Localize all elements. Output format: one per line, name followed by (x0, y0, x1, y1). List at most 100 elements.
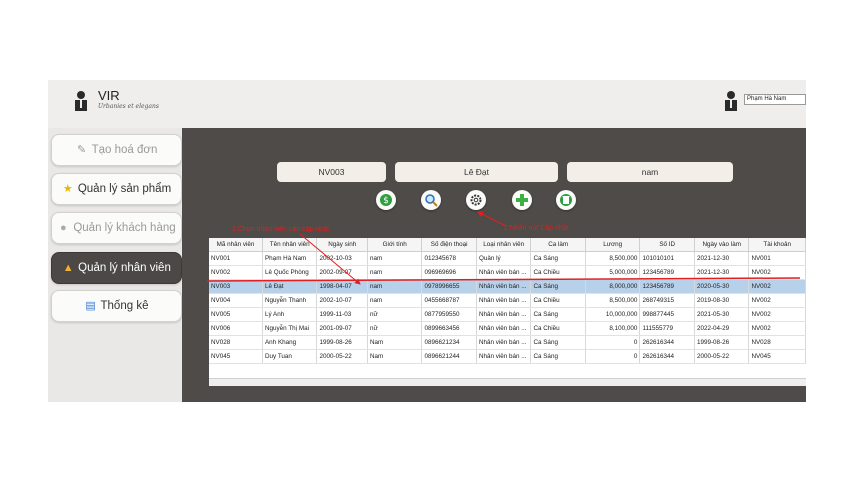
avatar[interactable] (722, 90, 740, 111)
table-cell: 096969696 (421, 265, 477, 280)
money-icon: $ (380, 194, 392, 206)
table-cell: NV002 (748, 307, 806, 322)
table-row[interactable]: NV002 Lê Quốc Phòng 2002-09-07 nam 096969696… (209, 265, 806, 280)
table-cell: Ca Sáng (530, 251, 586, 266)
table-cell: 2019-08-30 (694, 293, 750, 308)
table-cell: NV002 (748, 293, 806, 308)
sidebar-item-label: Quản lý sản phẩm (77, 183, 172, 195)
table-row[interactable]: NV006 Nguyễn Thị Mai 2001-09-07 nữ 089966345… (209, 321, 806, 336)
table-cell: 0877959550 (421, 307, 477, 322)
table-cell: Duy Tuan (262, 349, 318, 364)
employee-name-field[interactable]: Lê Đạt (395, 162, 558, 182)
add-icon (516, 194, 528, 206)
table-cell: 2022-04-29 (694, 321, 750, 336)
table-cell: 262616344 (639, 349, 695, 364)
add-button[interactable] (512, 190, 532, 210)
table-cell: Anh Khang (262, 335, 318, 350)
table-cell: nam (367, 293, 423, 308)
column-header[interactable]: Lương (585, 238, 641, 252)
star-icon: ★ (62, 183, 73, 195)
sidebar-item-staff[interactable]: ▲ Quản lý nhân viên (51, 252, 182, 284)
money-button[interactable]: $ (376, 190, 396, 210)
main-panel: NV003 Lê Đạt nam $ 1.Chọn nhân viên cần … (182, 128, 806, 402)
table-cell: 8,500,000 (585, 251, 641, 266)
search-button[interactable] (421, 190, 441, 210)
column-header[interactable]: Loại nhân viên (476, 238, 532, 252)
table-cell: 5,000,000 (585, 265, 641, 280)
table-cell: Nam (367, 335, 423, 350)
current-user-field[interactable]: Phạm Hà Nam (744, 94, 806, 105)
table-cell: 111555779 (639, 321, 695, 336)
table-cell: 101010101 (639, 251, 695, 266)
table-cell: NV005 (209, 307, 263, 322)
column-header[interactable]: Ngày sinh (316, 238, 368, 252)
table-cell: 1999-08-26 (694, 335, 750, 350)
table-cell: 1998-04-07 (316, 279, 368, 294)
table-cell: NV003 (209, 279, 263, 294)
sidebar-item-products[interactable]: ★ Quản lý sản phẩm (51, 173, 182, 205)
table-row[interactable]: NV045 Duy Tuan 2000-05-22 Nam 0896621244 Nhân… (209, 349, 806, 364)
horizontal-scrollbar[interactable] (209, 378, 806, 386)
table-row[interactable]: NV001 Phạm Hà Nam 2002-10-03 nam 012345678 Qu… (209, 251, 806, 266)
sidebar: ✎ Tạo hoá đơn ★ Quản lý sản phẩm ● Quản … (48, 128, 182, 402)
brand-slogan: Urbanies et elegans (98, 103, 159, 110)
table-cell: Nguyễn Thị Mai (262, 321, 318, 336)
employee-id-field[interactable]: NV003 (277, 162, 386, 182)
sidebar-item-statistics[interactable]: ▤ Thống kê (51, 290, 182, 322)
column-header[interactable]: Ngày vào làm (694, 238, 750, 252)
delete-button[interactable] (556, 190, 576, 210)
column-header[interactable]: Ca làm (530, 238, 586, 252)
table-cell: Ca Sáng (530, 349, 586, 364)
brand-name: VIR (98, 88, 120, 103)
column-header[interactable]: Giới tính (367, 238, 423, 252)
table-cell: 0 (585, 349, 641, 364)
column-header[interactable]: Số điện thoại (421, 238, 477, 252)
column-header[interactable]: Tài khoản (748, 238, 806, 252)
table-cell: 012345678 (421, 251, 477, 266)
table-cell: NV045 (209, 349, 263, 364)
table-cell: 123456789 (639, 265, 695, 280)
table-cell: NV002 (748, 321, 806, 336)
sidebar-item-label: Tạo hoá đơn (91, 144, 158, 156)
table-cell: Nhân viên bán ... (476, 265, 532, 280)
column-header[interactable]: Số ID (639, 238, 695, 252)
table-cell: NV045 (748, 349, 806, 364)
sidebar-item-label: Quản lý nhân viên (78, 262, 171, 274)
update-button[interactable] (466, 190, 486, 210)
gender-field[interactable]: nam (567, 162, 733, 182)
user-icon: ● (60, 222, 67, 234)
table-cell: nam (367, 279, 423, 294)
table-cell: 268749315 (639, 293, 695, 308)
table-cell: NV001 (209, 251, 263, 266)
table-cell: NV001 (748, 251, 806, 266)
table-cell: Ca Chiều (530, 293, 586, 308)
column-header[interactable]: Tên nhân viên (262, 238, 318, 252)
sidebar-item-customers[interactable]: ● Quản lý khách hàng (51, 212, 182, 244)
table-cell: NV028 (748, 335, 806, 350)
annotation-select-row: 1.Chọn nhân viên cần cập nhật (232, 226, 329, 233)
table-cell: 0899663456 (421, 321, 477, 336)
table-cell: Ca Sáng (530, 279, 586, 294)
table-cell: 2021-12-30 (694, 265, 750, 280)
table-cell: Ca Chiều (530, 265, 586, 280)
table-cell: Nhân viên bán ... (476, 335, 532, 350)
table-cell: Nhân viên bán ... (476, 349, 532, 364)
column-header[interactable]: Mã nhân viên (209, 238, 263, 252)
staff-icon: ▲ (62, 262, 74, 274)
table-cell: nam (367, 251, 423, 266)
table-row[interactable]: NV028 Anh Khang 1999-08-26 Nam 0896621234 Nhâ… (209, 335, 806, 350)
table-cell: nữ (367, 307, 423, 322)
table-row[interactable]: NV003 Lê Đạt 1998-04-07 nam 0978996655 Nhân v… (209, 279, 806, 294)
table-cell: 0896621234 (421, 335, 477, 350)
table-cell: 0 (585, 335, 641, 350)
table-row[interactable]: NV005 Lý Anh 1999-11-03 nữ 0877959550 Nhân vi… (209, 307, 806, 322)
table-cell: Lê Đạt (262, 279, 318, 294)
table-cell: 10,000,000 (585, 307, 641, 322)
table-cell: NV006 (209, 321, 263, 336)
table-cell: 2020-05-30 (694, 279, 750, 294)
sidebar-item-label: Thống kê (100, 300, 149, 312)
sidebar-item-invoice[interactable]: ✎ Tạo hoá đơn (51, 134, 182, 166)
table-row[interactable]: NV004 Nguyễn Thanh 2002-10-07 nam 0455668787… (209, 293, 806, 308)
gear-icon (470, 194, 482, 206)
table-cell: Lý Anh (262, 307, 318, 322)
